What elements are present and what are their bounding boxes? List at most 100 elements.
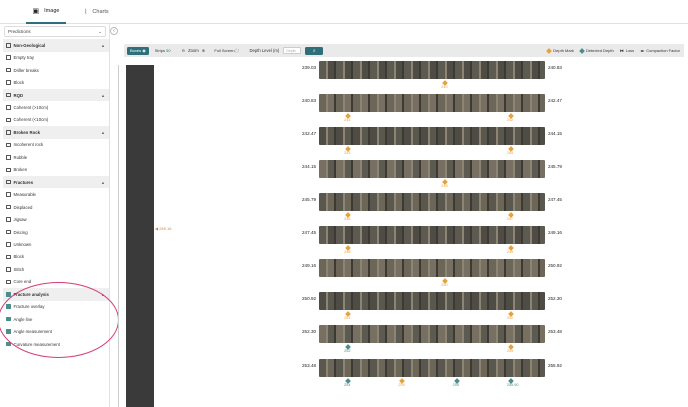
checkbox[interactable] (6, 204, 11, 210)
core-row[interactable]: 250.92 252.30 251 252 (284, 292, 584, 320)
checkbox[interactable] (6, 67, 11, 73)
predictions-dropdown[interactable]: Predictions ⌄ (4, 26, 106, 37)
core-image[interactable] (319, 292, 545, 310)
core-row[interactable]: 253.48 255.92 254 254 255 255.90 (284, 359, 584, 387)
tab-image[interactable]: ▣ Image (26, 0, 66, 24)
sidebar-item[interactable]: Broken (3, 164, 109, 177)
core-row[interactable]: 249.16 250.92 250 (284, 259, 584, 287)
chevron-up-icon[interactable]: ▲ (101, 130, 105, 135)
checkbox[interactable] (6, 105, 11, 110)
zoom-in-icon[interactable]: ⊕ (202, 48, 206, 53)
boxes-button[interactable]: Boxes ◉ (127, 46, 149, 55)
core-row[interactable]: 240.83 242.47 241 242 (284, 94, 584, 122)
checkbox[interactable] (6, 242, 11, 247)
compaction-icon: ◂▸ (640, 48, 645, 53)
sidebar-item[interactable]: Displaced (3, 201, 109, 214)
sidebar-item-label: Coherent (<10cm) (13, 117, 49, 123)
tab-charts[interactable]: ⌇ Charts (84, 0, 124, 24)
diamond-icon (546, 47, 553, 54)
row-end-depth: 255.92 (547, 363, 562, 368)
sidebar-group[interactable]: Fractures ▲ (3, 175, 109, 189)
core-image[interactable] (319, 61, 545, 79)
search-button[interactable]: ⌕ (305, 46, 324, 55)
row-start-depth: 240.83 (302, 98, 317, 103)
checkbox[interactable] (6, 229, 11, 235)
checkbox[interactable] (6, 279, 11, 285)
checkbox[interactable] (6, 192, 11, 197)
core-row[interactable]: 239.03 240.83 240 (284, 61, 584, 89)
core-image[interactable] (319, 359, 545, 377)
top-bar: ▣ Image ⌇ Charts (0, 0, 688, 24)
row-start-depth: 239.03 (302, 65, 317, 70)
core-row[interactable]: 252.30 253.48 252 253 (284, 325, 584, 353)
checkbox[interactable] (6, 43, 11, 48)
sidebar-item-label: Core end (13, 279, 32, 285)
row-end-depth: 242.47 (547, 98, 562, 103)
checkbox[interactable] (6, 142, 11, 148)
sidebar-group[interactable]: Non-Geological ▲ (3, 39, 109, 52)
chevron-left-icon: ‹ (113, 28, 115, 34)
chevron-up-icon[interactable]: ▲ (101, 93, 105, 98)
sidebar-item[interactable]: Coherent (>10cm) (3, 101, 109, 114)
checkbox[interactable] (6, 130, 11, 135)
sidebar-item[interactable]: Block (3, 76, 109, 89)
sidebar-item[interactable]: Discing (3, 226, 109, 239)
sidebar-item[interactable]: Stitch (3, 263, 109, 276)
row-end-depth: 249.16 (547, 230, 562, 235)
core-row[interactable]: 242.47 244.15 243 244 (284, 127, 584, 155)
checkbox[interactable] (6, 267, 11, 272)
row-start-depth: 249.16 (302, 263, 317, 268)
core-row[interactable]: 244.15 245.79 245 (284, 160, 584, 188)
sidebar-item[interactable]: Empty tray (3, 51, 109, 64)
checkbox[interactable] (6, 254, 11, 260)
sidebar-group[interactable]: Broken Rock ▲ (3, 126, 109, 139)
sidebar-item[interactable]: Block (3, 251, 109, 264)
core-image[interactable] (319, 226, 545, 244)
core-image[interactable] (319, 325, 545, 343)
checkbox[interactable] (6, 155, 11, 160)
legend-loss: ⧓ Loss (619, 48, 635, 53)
depth-mark-label: 255 (452, 383, 459, 387)
sidebar-item[interactable]: Driller breaks (3, 64, 109, 77)
core-image[interactable] (319, 259, 545, 277)
depth-mark-label: 242 (506, 118, 514, 122)
checkbox[interactable] (6, 179, 11, 185)
row-end-depth: 247.45 (547, 197, 562, 202)
depth-input[interactable]: Depth (283, 47, 302, 54)
core-image[interactable] (319, 193, 545, 211)
sidebar-item[interactable]: Coherent (<10cm) (3, 114, 109, 127)
core-image[interactable] (319, 127, 545, 145)
chevron-up-icon[interactable]: ▲ (101, 180, 105, 185)
checkbox[interactable] (6, 55, 11, 60)
sidebar-item[interactable]: Measurable (3, 188, 109, 201)
depth-mark-label: 252 (344, 349, 351, 353)
checkbox[interactable] (6, 92, 11, 98)
row-end-depth: 250.92 (547, 263, 562, 268)
sidebar-item[interactable]: Incoherent rock (3, 139, 109, 152)
chart-icon: ⌇ (84, 9, 88, 16)
core-row[interactable]: 247.45 249.16 248 249 (284, 226, 584, 254)
fullscreen-button[interactable]: Full Screen ⛶ (211, 47, 241, 55)
row-start-depth: 242.47 (302, 131, 317, 136)
core-image[interactable] (319, 160, 545, 178)
checkbox[interactable] (6, 217, 11, 222)
sidebar-group[interactable]: RQD ▲ (3, 88, 109, 102)
zoom-out-icon[interactable]: ⊖ (182, 48, 186, 53)
depth-mark-label: 254 (398, 383, 405, 387)
core-image[interactable] (319, 94, 545, 112)
sidebar-item[interactable]: Unknown (3, 238, 109, 251)
sidebar-item-label: Rubble (13, 154, 28, 160)
core-row[interactable]: 245.79 247.45 246 247 (284, 193, 584, 221)
strips-button[interactable]: Strips 50 (152, 47, 174, 55)
collapse-sidebar-button[interactable]: ‹ (110, 27, 118, 35)
row-start-depth: 252.30 (302, 329, 317, 334)
checkbox[interactable] (6, 167, 11, 172)
core-column-strip[interactable] (126, 65, 154, 407)
sidebar-item[interactable]: Rubble (3, 151, 109, 164)
sidebar-item[interactable]: Jigsaw (3, 213, 109, 226)
sidebar-item-label: Empty tray (13, 55, 35, 61)
checkbox[interactable] (6, 80, 11, 85)
chevron-up-icon[interactable]: ▲ (101, 43, 105, 48)
checkbox[interactable] (6, 117, 11, 123)
toolbar: Boxes ◉ Strips 50 ⊖ Zoom ⊕ Full Screen ⛶… (124, 44, 684, 57)
